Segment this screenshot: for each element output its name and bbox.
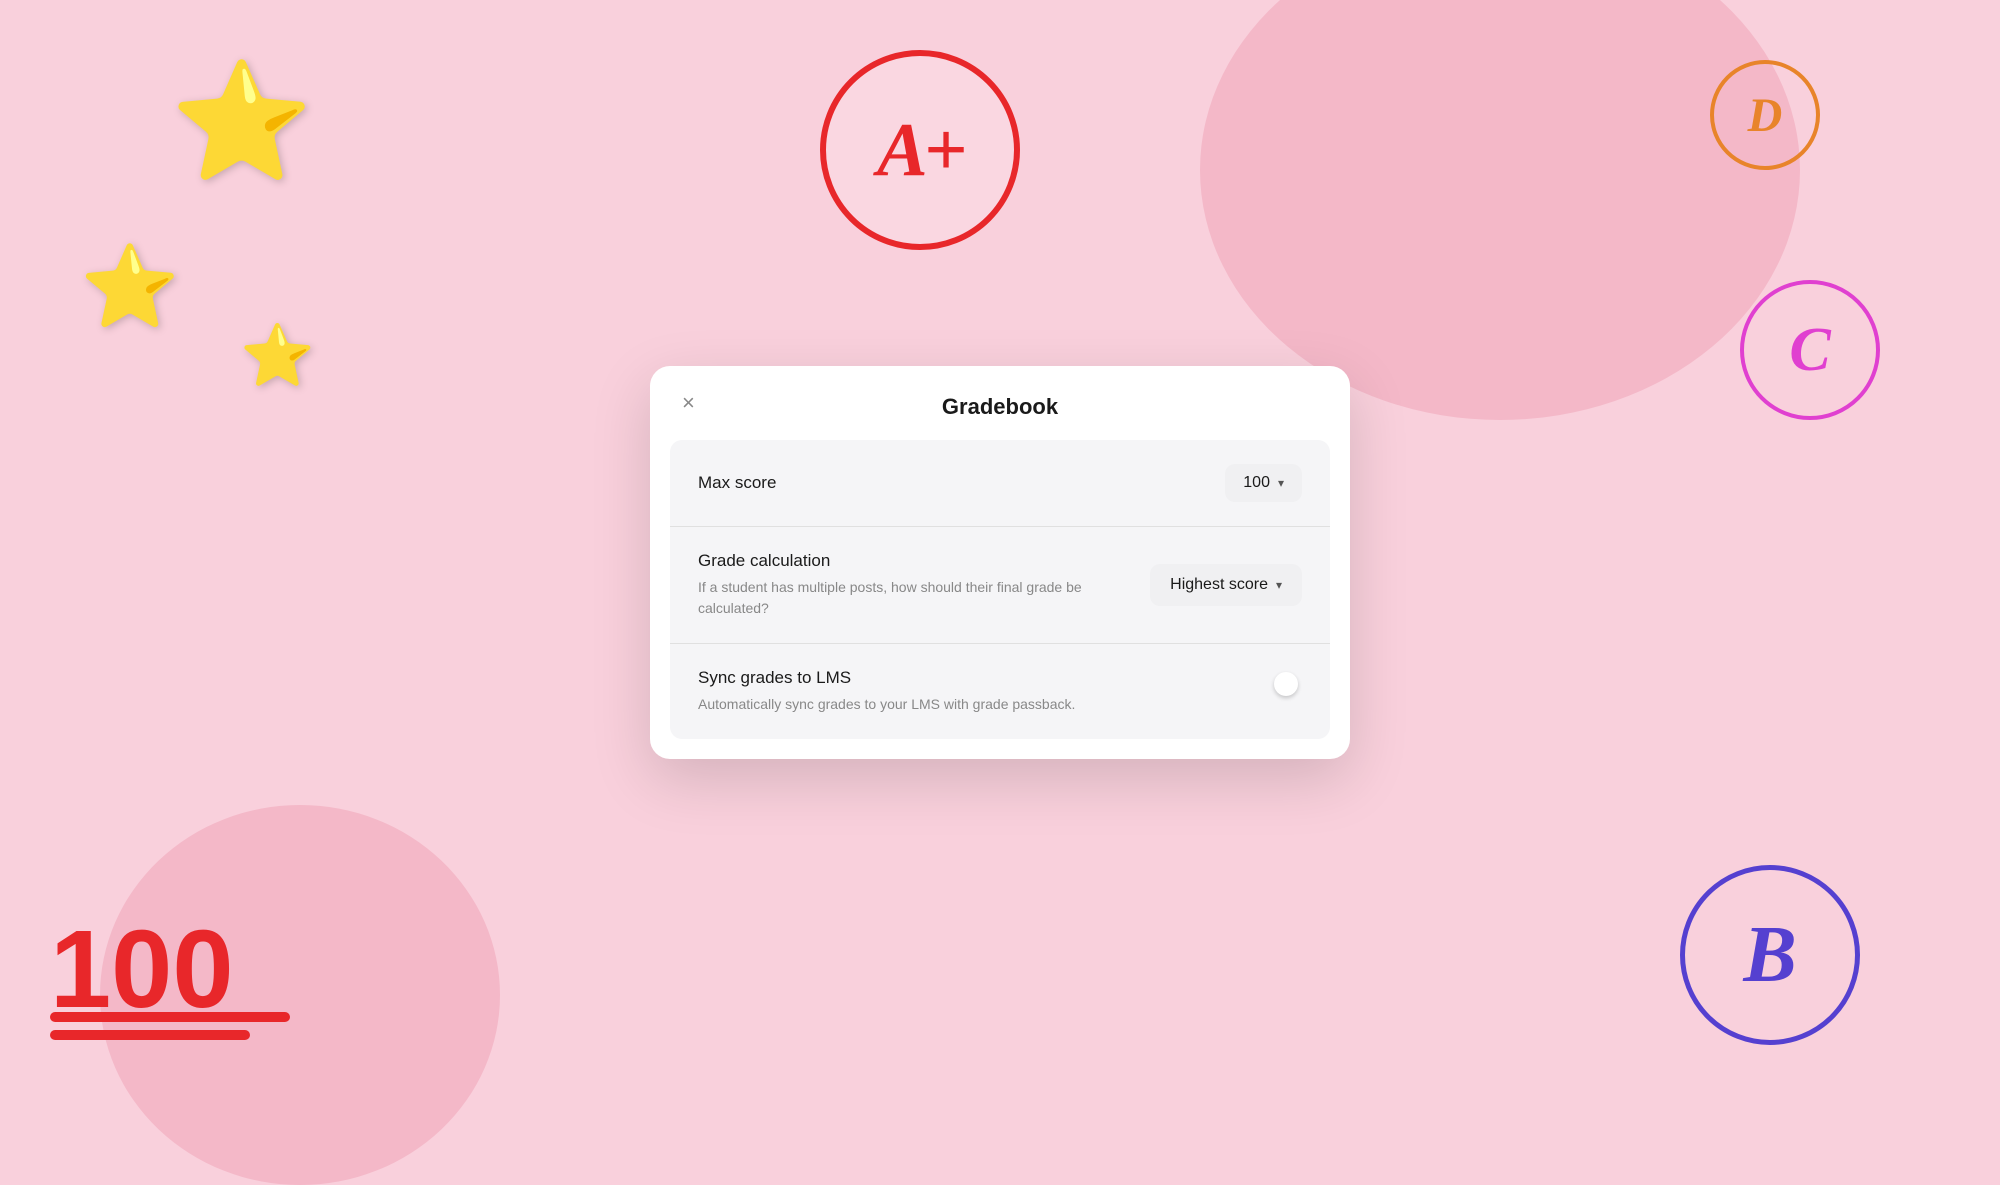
max-score-value: 100 xyxy=(1243,474,1270,492)
grade-calculation-label: Grade calculation xyxy=(698,551,1118,571)
max-score-control: 100 ▾ xyxy=(1225,464,1302,502)
max-score-label: Max score xyxy=(698,473,776,493)
sync-grades-label: Sync grades to LMS xyxy=(698,668,1075,688)
gradebook-modal: × Gradebook Max score 100 ▾ Grade ca xyxy=(650,366,1350,759)
sync-grades-row: Sync grades to LMS Automatically sync gr… xyxy=(670,643,1330,739)
sync-grades-desc: Automatically sync grades to your LMS wi… xyxy=(698,694,1075,715)
grade-calculation-desc: If a student has multiple posts, how sho… xyxy=(698,577,1118,619)
modal-header: × Gradebook xyxy=(650,366,1350,440)
max-score-chevron: ▾ xyxy=(1278,476,1284,490)
grade-calculation-control: Highest score ▾ xyxy=(1150,564,1302,606)
modal-title: Gradebook xyxy=(942,394,1058,420)
max-score-dropdown[interactable]: 100 ▾ xyxy=(1225,464,1302,502)
sync-grades-info: Sync grades to LMS Automatically sync gr… xyxy=(698,668,1075,715)
grade-calculation-value: Highest score xyxy=(1170,576,1268,594)
grade-calculation-dropdown[interactable]: Highest score ▾ xyxy=(1150,564,1302,606)
grade-calculation-info: Grade calculation If a student has multi… xyxy=(698,551,1118,619)
grade-calculation-chevron: ▾ xyxy=(1276,578,1282,592)
max-score-row: Max score 100 ▾ xyxy=(670,440,1330,526)
modal-body: Max score 100 ▾ Grade calculation If a s… xyxy=(670,440,1330,739)
close-button[interactable]: × xyxy=(682,392,695,414)
grade-calculation-row: Grade calculation If a student has multi… xyxy=(670,526,1330,643)
modal-overlay: × Gradebook Max score 100 ▾ Grade ca xyxy=(0,0,2000,1125)
max-score-info: Max score xyxy=(698,473,776,493)
